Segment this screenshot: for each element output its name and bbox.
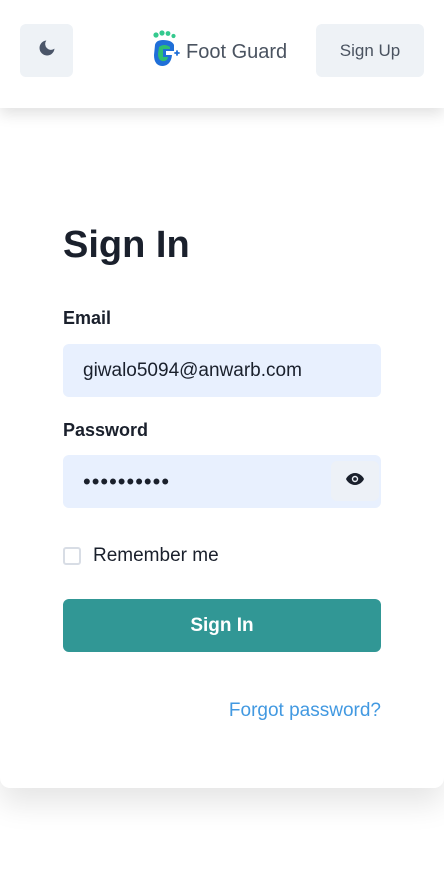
foot-guard-logo-icon (152, 29, 182, 76)
remember-me[interactable]: Remember me (63, 545, 219, 567)
moon-icon (37, 38, 57, 63)
top-header: Foot Guard Sign Up (0, 0, 444, 108)
sign-in-card: Sign In Email Password Remember me Sign … (0, 108, 444, 788)
sign-in-button[interactable]: Sign In (63, 599, 381, 652)
remember-me-checkbox[interactable] (63, 547, 81, 565)
remember-me-label: Remember me (93, 545, 219, 566)
password-field[interactable] (63, 455, 325, 508)
email-field[interactable] (63, 344, 381, 397)
eye-icon (345, 472, 365, 491)
theme-toggle-button[interactable] (20, 24, 73, 77)
email-field-wrapper (63, 344, 381, 397)
forgot-password-link[interactable]: Forgot password? (229, 700, 381, 722)
password-label: Password (63, 420, 149, 440)
sign-up-button[interactable]: Sign Up (316, 24, 424, 77)
page-title: Sign In (63, 224, 190, 266)
brand[interactable]: Foot Guard (152, 29, 288, 76)
email-label: Email (63, 308, 112, 328)
brand-name: Foot Guard (186, 40, 288, 63)
password-field-wrapper (63, 455, 381, 508)
show-password-button[interactable] (331, 461, 379, 501)
